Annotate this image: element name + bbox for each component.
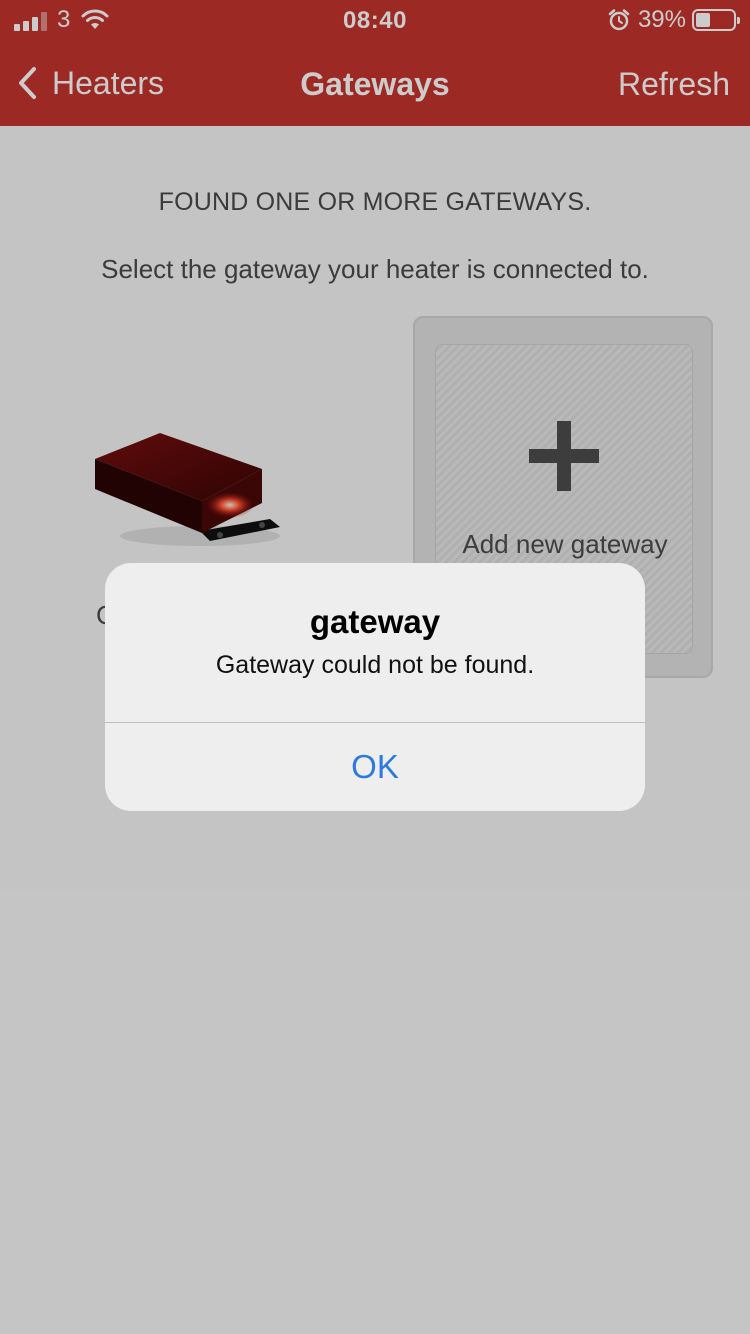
alert-title: gateway bbox=[309, 603, 441, 640]
alert-message: Gateway could not be found. bbox=[215, 651, 535, 679]
ok-button[interactable]: OK bbox=[105, 723, 645, 811]
alert-dialog: gateway Gateway could not be found. OK bbox=[105, 563, 645, 811]
